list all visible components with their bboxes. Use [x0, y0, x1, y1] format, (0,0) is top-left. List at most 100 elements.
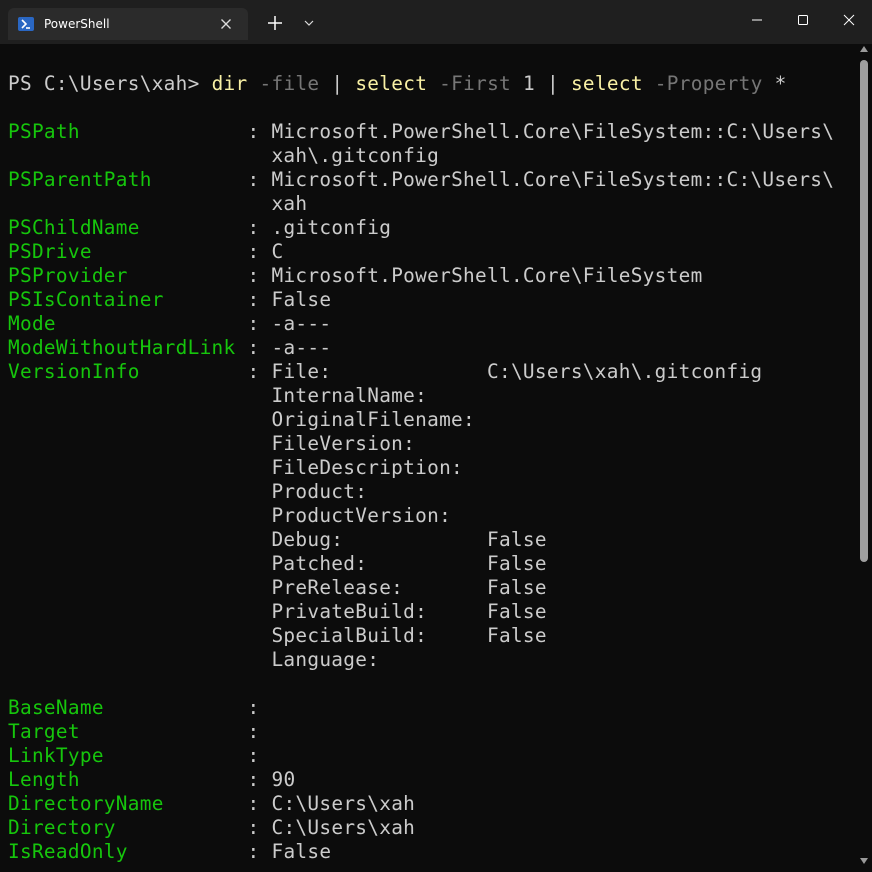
property-value: C: [271, 240, 284, 263]
property-value: Patched: False: [271, 552, 547, 575]
terminal-output[interactable]: PS C:\Users\xah> dir -file | select -Fir…: [0, 44, 856, 872]
property-name: VersionInfo: [8, 360, 140, 383]
output-line: Language:: [8, 648, 379, 672]
property-value: Microsoft.PowerShell.Core\FileSystem: [271, 264, 703, 287]
close-icon[interactable]: [834, 8, 864, 32]
output-line: DirectoryName : C:\Users\xah: [8, 792, 415, 816]
scroll-up-arrow-icon[interactable]: [860, 46, 868, 52]
property-value: FileVersion:: [271, 432, 416, 455]
property-value: Microsoft.PowerShell.Core\FileSystem::C:…: [271, 168, 835, 191]
property-value: File: C:\Users\xah\.gitconfig: [271, 360, 763, 383]
output-line: PSProvider : Microsoft.PowerShell.Core\F…: [8, 264, 703, 288]
property-name: DirectoryName: [8, 792, 164, 815]
output-line: Patched: False: [8, 552, 547, 576]
separator: :: [247, 840, 260, 863]
chevron-down-icon[interactable]: [299, 12, 319, 34]
output-line: ProductVersion:: [8, 504, 451, 528]
property-value: xah: [271, 192, 308, 215]
close-tab-icon[interactable]: [218, 16, 234, 32]
command-token: -First: [439, 72, 512, 95]
output-line: Debug: False: [8, 528, 547, 552]
separator: :: [247, 720, 260, 743]
property-name: PSDrive: [8, 240, 92, 263]
new-tab-icon[interactable]: [262, 10, 288, 36]
scrollbar-thumb[interactable]: [860, 60, 868, 562]
property-value: InternalName:: [271, 384, 428, 407]
command-token: 1: [523, 72, 535, 95]
output-line: PSDrive : C: [8, 240, 283, 264]
command-token: select: [570, 72, 643, 95]
property-value: SpecialBuild: False: [271, 624, 547, 647]
property-value: .gitconfig: [271, 216, 392, 239]
separator: :: [247, 336, 260, 359]
property-value: ProductVersion:: [271, 504, 452, 527]
property-value: PreRelease: False: [271, 576, 547, 599]
command-token: |: [546, 72, 559, 95]
output-line: xah: [8, 192, 307, 216]
property-value: False: [271, 840, 332, 863]
output-line: BaseName :: [8, 696, 271, 720]
property-name: Directory: [8, 816, 116, 839]
property-value: Language:: [271, 648, 380, 671]
property-value: C:\Users\xah: [271, 792, 416, 815]
property-name: PSParentPath: [8, 168, 152, 191]
output-line: VersionInfo : File: C:\Users\xah\.gitcon…: [8, 360, 762, 384]
output-line: PSPath : Microsoft.PowerShell.Core\FileS…: [8, 120, 834, 144]
title-bar: PowerShell: [0, 0, 872, 44]
separator: :: [247, 696, 260, 719]
separator: :: [247, 120, 260, 143]
separator: :: [247, 288, 260, 311]
separator: :: [247, 792, 260, 815]
property-value: xah\.gitconfig: [271, 144, 440, 167]
property-value: 90: [271, 768, 296, 791]
property-name: LinkType: [8, 744, 104, 767]
property-value: -a---: [271, 312, 332, 335]
separator: :: [247, 744, 260, 767]
command-token: dir: [211, 72, 248, 95]
output-line: PreRelease: False: [8, 576, 547, 600]
command-token: select: [355, 72, 428, 95]
prompt-line: PS C:\Users\xah> dir -file | select -Fir…: [8, 72, 787, 96]
maximize-icon[interactable]: [788, 8, 818, 32]
output-line: FileVersion:: [8, 432, 415, 456]
output-line: Mode : -a---: [8, 312, 331, 336]
property-name: PSIsContainer: [8, 288, 164, 311]
separator: :: [247, 816, 260, 839]
property-value: Product:: [271, 480, 368, 503]
property-value: False: [271, 288, 332, 311]
output-line: ModeWithoutHardLink : -a---: [8, 336, 331, 360]
output-line: SpecialBuild: False: [8, 624, 547, 648]
property-value: OriginalFilename:: [271, 408, 475, 431]
output-line: OriginalFilename:: [8, 408, 475, 432]
separator: :: [247, 168, 260, 191]
output-line: PrivateBuild: False: [8, 600, 547, 624]
output-line: xah\.gitconfig: [8, 144, 439, 168]
output-line: PSParentPath : Microsoft.PowerShell.Core…: [8, 168, 834, 192]
output-line: Target :: [8, 720, 271, 744]
property-name: Mode: [8, 312, 56, 335]
separator: :: [247, 216, 260, 239]
command-token: -Property: [654, 72, 763, 95]
scroll-down-arrow-icon[interactable]: [860, 858, 868, 864]
property-value: Debug: False: [271, 528, 547, 551]
tab-powershell[interactable]: PowerShell: [8, 8, 248, 40]
property-value: PrivateBuild: False: [271, 600, 547, 623]
command-token: *: [774, 72, 787, 95]
prompt-path: PS C:\Users\xah>: [8, 72, 200, 95]
property-name: BaseName: [8, 696, 104, 719]
command-token: -file: [259, 72, 320, 95]
output-line: LinkType :: [8, 744, 271, 768]
output-line: FileDescription:: [8, 456, 463, 480]
output-line: Product:: [8, 480, 367, 504]
output-line: IsReadOnly : False: [8, 840, 331, 864]
powershell-icon: [18, 17, 34, 31]
property-value: FileDescription:: [271, 456, 464, 479]
output-line: PSChildName : .gitconfig: [8, 216, 391, 240]
property-value: C:\Users\xah: [271, 816, 416, 839]
separator: :: [247, 264, 260, 287]
separator: :: [247, 240, 260, 263]
property-name: PSPath: [8, 120, 80, 143]
minimize-icon[interactable]: [742, 8, 772, 32]
scrollbar[interactable]: [856, 44, 872, 872]
terminal-window: PowerShell PS C:\Users\xah> dir -file | …: [0, 0, 872, 872]
